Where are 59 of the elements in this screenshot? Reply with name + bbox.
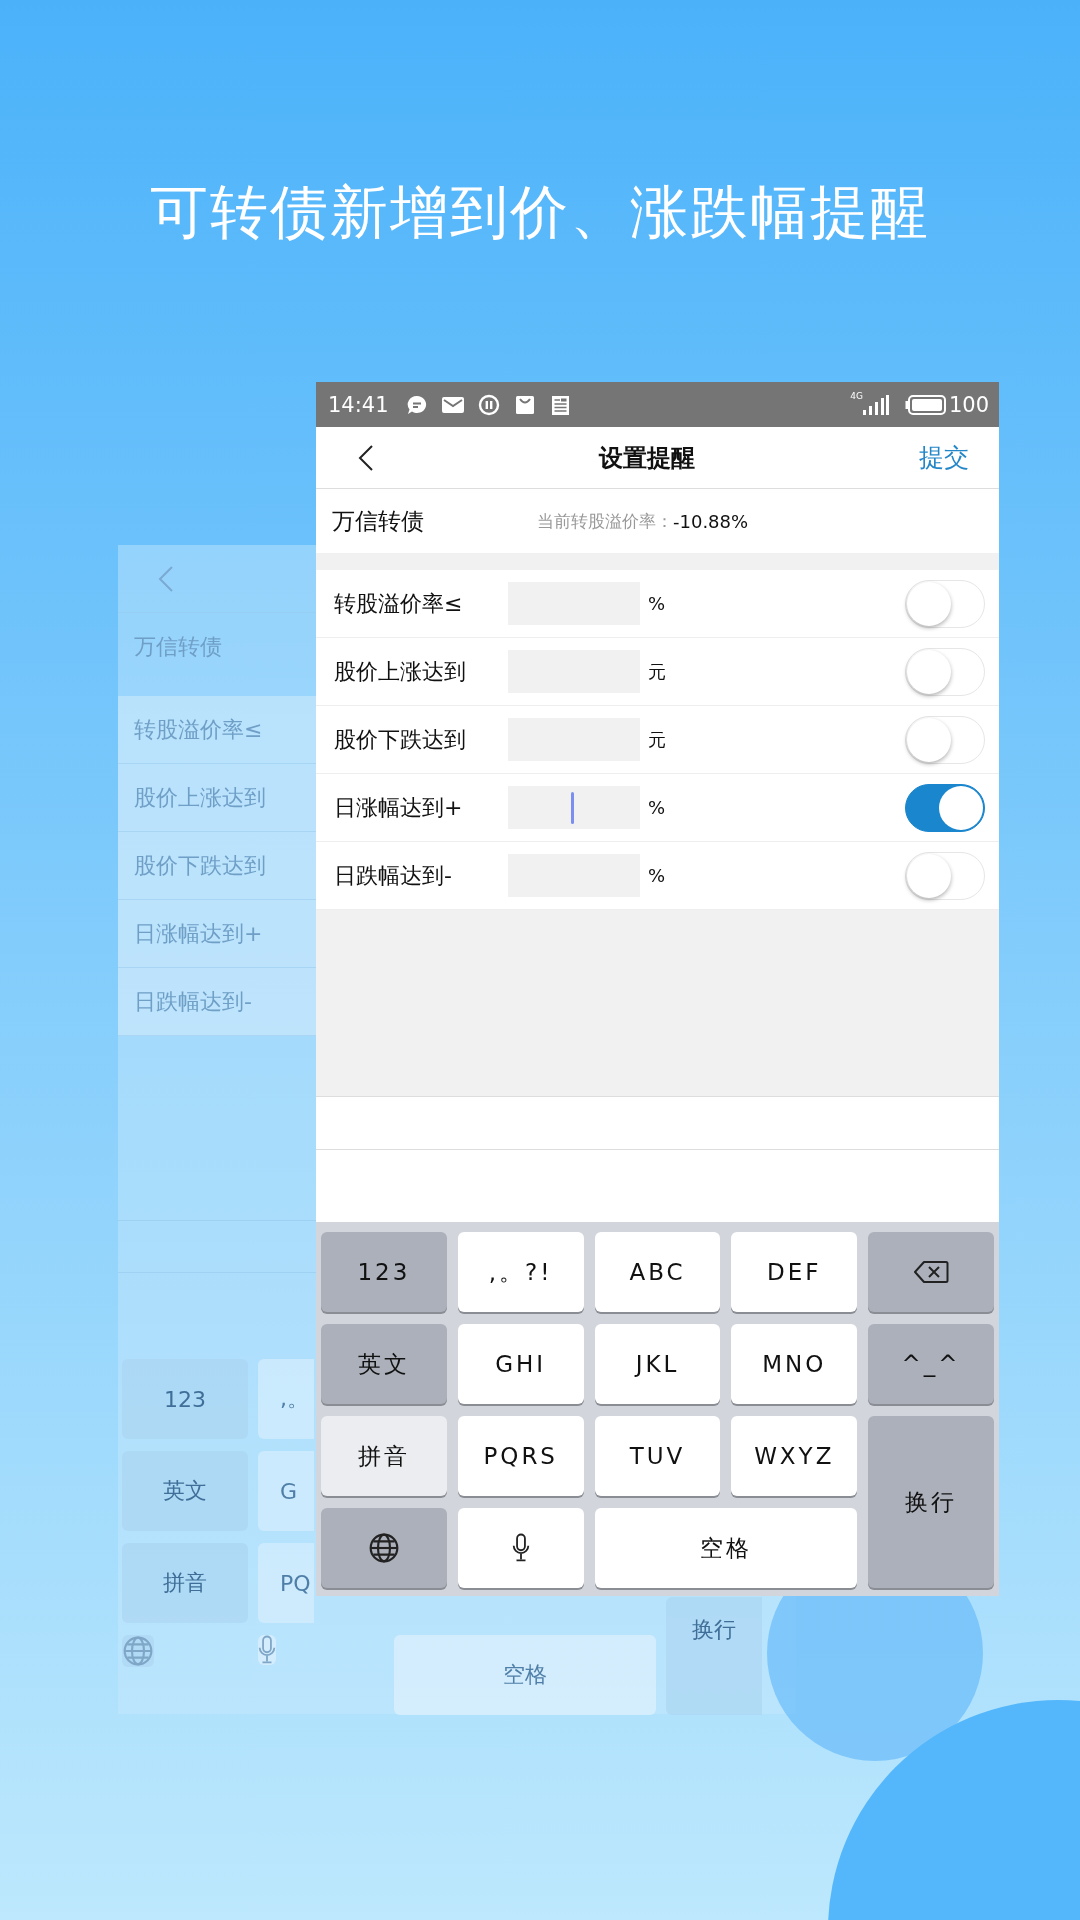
microphone-icon [511,1533,530,1563]
keyboard-key[interactable]: 换行 [868,1416,994,1588]
pause-icon [476,393,501,416]
premium-value: -10.88% [673,510,749,532]
unit-label: % [648,865,666,886]
keyboard-key[interactable]: 123 [122,1359,248,1439]
keyboard-key[interactable] [321,1508,447,1588]
alert-label: 日涨幅达到+ [334,793,464,822]
keyboard-key[interactable]: ABC [594,1232,721,1312]
back-icon [158,564,174,593]
alert-label: 日跌幅达到- [334,861,453,890]
keyboard-key[interactable]: 换行 [666,1597,762,1715]
alert-label: 股价下跌达到 [334,725,467,754]
keyboard-key[interactable]: MNO [731,1324,858,1404]
keyboard-key[interactable]: ,。 [258,1359,314,1439]
keyboard-key[interactable]: 英文 [122,1451,248,1531]
status-time: 14:41 [328,392,389,417]
keyboard-key[interactable]: TUV [594,1416,721,1496]
battery-icon [904,393,947,416]
keyboard-key[interactable]: 123 [321,1232,447,1312]
keyboard-key[interactable]: 空格 [394,1635,656,1715]
screen-title: 设置提醒 [597,442,696,474]
network-label: 4G [850,391,863,401]
battery-level: 100 [948,392,989,417]
headline: 可转债新增到价、涨跌幅提醒 [149,177,931,248]
backspace-icon [913,1260,950,1284]
keyboard-key[interactable]: WXYZ [731,1416,858,1496]
keyboard-key[interactable]: 拼音 [122,1543,248,1623]
keyboard-key[interactable] [868,1232,994,1312]
alert-label: 日涨幅达到+ [134,919,263,948]
keyboard-key[interactable]: GHI [457,1324,584,1404]
alert-label: 股价上涨达到 [334,657,467,686]
keyboard-key[interactable]: JKL [594,1324,721,1404]
input-field[interactable] [508,786,640,829]
unit-label: 元 [648,659,666,684]
unit-label: % [648,797,666,818]
keyboard-key[interactable]: ,。?! [457,1232,584,1312]
keyboard-key[interactable]: 拼音 [321,1416,447,1496]
premium-label: 当前转股溢价率： [537,509,673,533]
submit-button[interactable]: 提交 [919,441,969,474]
alert-label: 日跌幅达到- [134,987,252,1016]
unit-label: % [648,593,666,614]
keyboard-key[interactable]: PQRS [457,1416,584,1496]
globe-icon [367,1532,400,1564]
alert-label: 股价下跌达到 [134,851,266,880]
keyboard-key[interactable]: 空格 [594,1508,858,1588]
signal-icon [862,393,889,416]
unit-label: 元 [648,727,666,752]
alert-label: 转股溢价率≤ [334,589,464,618]
microphone-icon [258,1635,276,1665]
back-icon[interactable] [358,443,374,472]
keyboard-key[interactable]: ^_^ [868,1324,994,1404]
alert-label: 股价上涨达到 [134,783,266,812]
keyboard-key[interactable]: DEF [731,1232,858,1312]
globe-icon [122,1635,154,1667]
bond-name: 万信转债 [332,506,425,536]
alert-label: 转股溢价率≤ [134,715,263,744]
toggle-switch[interactable] [905,783,985,832]
keyboard-key[interactable]: 英文 [321,1324,447,1404]
